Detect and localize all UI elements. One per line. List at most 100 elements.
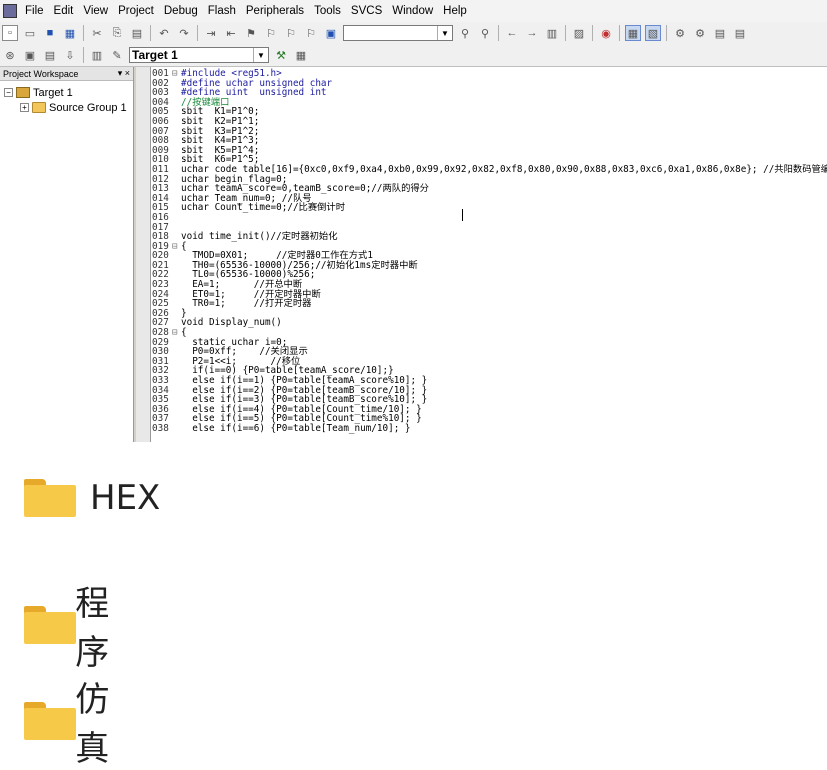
main-toolbar: ▫ ▭ ■ ▦ ✂ ⎘ ▤ ↶ ↷ ⇥ ⇤ ⚑ ⚐ ⚐ ⚐ ▣ ▼ ⚲ ⚲ ← … <box>0 22 827 44</box>
find-in-files-icon[interactable]: ▣ <box>323 25 339 41</box>
editor-gutter <box>136 67 151 442</box>
build-output-icon[interactable]: ▧ <box>645 25 661 41</box>
folder-item-simulation[interactable]: 仿真 <box>24 672 124 770</box>
find-combo[interactable]: ▼ <box>343 25 453 41</box>
copy-icon[interactable]: ⎘ <box>109 25 125 41</box>
watch-icon[interactable]: ⚙ <box>692 25 708 41</box>
save-all-icon[interactable]: ▦ <box>62 25 78 41</box>
find-icon[interactable]: ⚲ <box>457 25 473 41</box>
app-icon <box>3 4 17 18</box>
chevron-down-icon[interactable]: ▼ <box>437 26 452 40</box>
paste-icon[interactable]: ▤ <box>129 25 145 41</box>
translate-icon[interactable]: ⊛ <box>2 47 18 63</box>
toolbar-separator <box>150 25 151 41</box>
navigate-back-icon[interactable]: ← <box>504 25 520 41</box>
target-select[interactable]: Target 1 ▼ <box>129 47 269 63</box>
code-editor[interactable]: 001 ⊟ #include <reg51.h> 002 #define uchar u… <box>136 67 827 442</box>
menu-window[interactable]: Window <box>387 5 438 17</box>
configure-icon[interactable]: ⚙ <box>672 25 688 41</box>
menu-debug[interactable]: Debug <box>159 5 203 17</box>
target-select-value: Target 1 <box>132 48 178 62</box>
menu-tools[interactable]: Tools <box>309 5 346 17</box>
menu-bar: File Edit View Project Debug Flash Perip… <box>0 0 827 22</box>
folder-item-hex[interactable]: HEX <box>24 478 160 518</box>
select-packs-icon[interactable]: ▦ <box>293 47 309 63</box>
menu-peripherals[interactable]: Peripherals <box>241 5 309 17</box>
folder-icon <box>24 606 76 644</box>
source-browser-icon[interactable]: ▥ <box>544 25 560 41</box>
expand-icon[interactable]: + <box>20 103 29 112</box>
build-toolbar: ⊛ ▣ ▤ ⇩ ▥ ✎ Target 1 ▼ ⚒ ▦ <box>0 44 827 67</box>
source-code[interactable]: 001 ⊟ #include <reg51.h> 002 #define uchar u… <box>152 69 827 434</box>
bookmark-icon[interactable]: ⚑ <box>243 25 259 41</box>
menu-view[interactable]: View <box>78 5 113 17</box>
project-workspace-panel: Project Workspace ▾ × − Target 1 + Sourc… <box>0 67 134 442</box>
options-for-target-icon[interactable]: ✎ <box>109 47 125 63</box>
build-icon[interactable]: ▣ <box>22 47 38 63</box>
panel-title: Project Workspace <box>3 68 79 79</box>
folder-name: 程序 <box>75 584 110 673</box>
menu-file[interactable]: File <box>20 5 49 17</box>
tree-item-label: Target 1 <box>33 86 73 99</box>
clear-bookmarks-icon[interactable]: ⚐ <box>303 25 319 41</box>
incremental-find-icon[interactable]: ⚲ <box>477 25 493 41</box>
toolbar-separator <box>498 25 499 41</box>
unindent-icon[interactable]: ⇤ <box>223 25 239 41</box>
memory-window-icon[interactable]: ▤ <box>732 25 748 41</box>
new-file-icon[interactable]: ▫ <box>2 25 18 41</box>
panel-close-icon[interactable]: ▾ × <box>118 68 130 79</box>
fold-marker[interactable]: ⊟ <box>172 242 181 252</box>
next-bookmark-icon[interactable]: ⚐ <box>283 25 299 41</box>
keil-ide-window: File Edit View Project Debug Flash Perip… <box>0 0 827 442</box>
folder-icon <box>24 479 76 517</box>
tree-item-label: Source Group 1 <box>49 101 127 114</box>
menu-project[interactable]: Project <box>113 5 159 17</box>
menu-svcs[interactable]: SVCS <box>346 5 387 17</box>
line-number: 038 <box>152 422 169 434</box>
fold-marker[interactable]: ⊟ <box>172 69 181 79</box>
folder-item-program[interactable]: 程序 <box>24 576 124 674</box>
code-line[interactable]: 027 void Display_num() <box>152 318 827 328</box>
toolbar-separator <box>565 25 566 41</box>
indent-icon[interactable]: ⇥ <box>203 25 219 41</box>
chevron-down-icon[interactable]: ▼ <box>253 48 268 62</box>
print-icon[interactable]: ▨ <box>571 25 587 41</box>
cut-icon[interactable]: ✂ <box>89 25 105 41</box>
code-text: uchar Count_time=0;//比赛倒计时 <box>181 202 346 214</box>
save-icon[interactable]: ■ <box>42 25 58 41</box>
folder-name: HEX <box>90 478 161 518</box>
manage-components-icon[interactable]: ⚒ <box>273 47 289 63</box>
project-tree: − Target 1 + Source Group 1 <box>0 81 133 115</box>
code-text: void Display_num() <box>181 317 282 329</box>
code-line[interactable]: 016 <box>152 213 827 223</box>
code-line[interactable]: 018 void time_init()//定时器初始化 <box>152 232 827 242</box>
folder-name: 仿真 <box>75 680 110 769</box>
tree-item-target[interactable]: − Target 1 <box>0 85 133 100</box>
open-file-icon[interactable]: ▭ <box>22 25 38 41</box>
code-line[interactable]: 025 TR0=1; //打开定时器 <box>152 299 827 309</box>
collapse-icon[interactable]: − <box>4 88 13 97</box>
redo-icon[interactable]: ↷ <box>176 25 192 41</box>
batch-build-icon[interactable]: ▥ <box>89 47 105 63</box>
menu-edit[interactable]: Edit <box>49 5 79 17</box>
prev-bookmark-icon[interactable]: ⚐ <box>263 25 279 41</box>
menu-flash[interactable]: Flash <box>203 5 241 17</box>
tree-item-source-group[interactable]: + Source Group 1 <box>0 100 133 115</box>
download-icon[interactable]: ⇩ <box>62 47 78 63</box>
panel-title-bar: Project Workspace ▾ × <box>0 67 133 81</box>
debug-session-icon[interactable]: ◉ <box>598 25 614 41</box>
code-text: TR0=1; //打开定时器 <box>181 298 312 310</box>
toolbar-separator <box>83 47 84 63</box>
fold-marker[interactable]: ⊟ <box>172 328 181 338</box>
code-line[interactable]: 015 uchar Count_time=0;//比赛倒计时 <box>152 203 827 213</box>
code-line[interactable]: 003 #define uint unsigned int <box>152 88 827 98</box>
toolbar-separator <box>83 25 84 41</box>
rebuild-icon[interactable]: ▤ <box>42 47 58 63</box>
project-window-icon[interactable]: ▦ <box>625 25 641 41</box>
toolbar-separator <box>197 25 198 41</box>
navigate-forward-icon[interactable]: → <box>524 25 540 41</box>
disassembly-icon[interactable]: ▤ <box>712 25 728 41</box>
undo-icon[interactable]: ↶ <box>156 25 172 41</box>
menu-help[interactable]: Help <box>438 5 472 17</box>
code-line[interactable]: 038 else if(i==6) {P0=table[Team_num/10]… <box>152 424 827 434</box>
